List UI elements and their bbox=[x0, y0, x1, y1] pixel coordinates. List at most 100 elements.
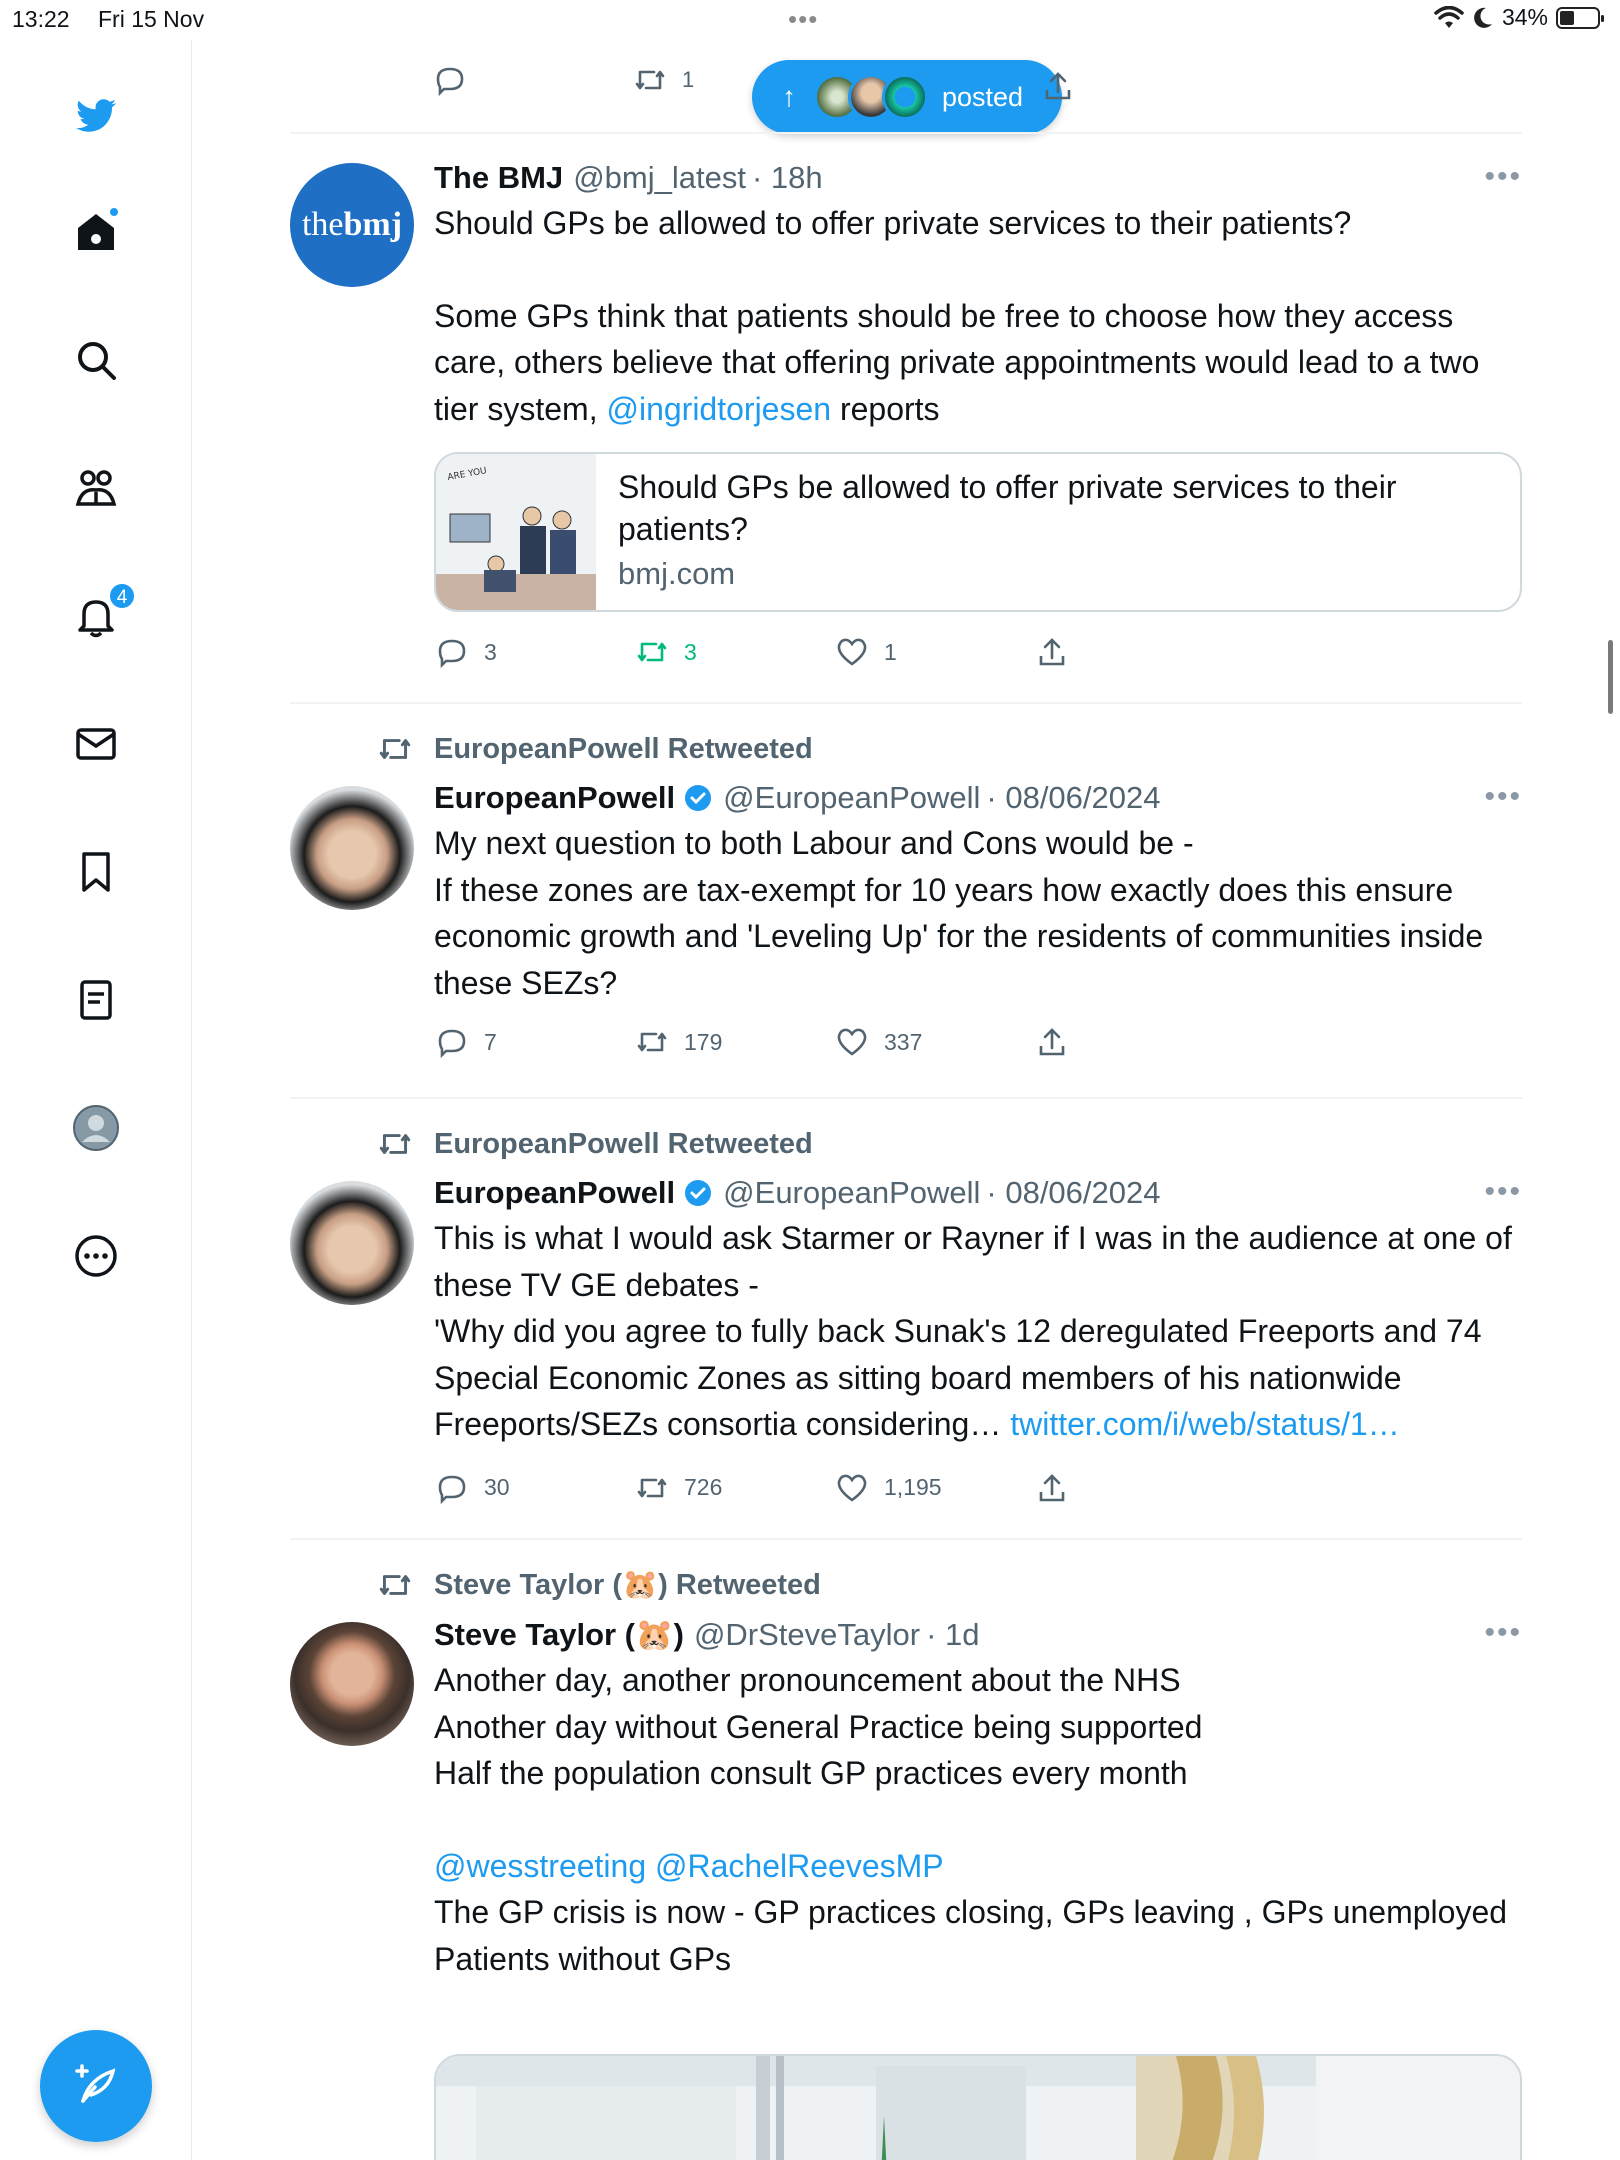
retweeted-by-label[interactable]: EuropeanPowell Retweeted bbox=[434, 1128, 813, 1161]
share-button[interactable] bbox=[1034, 1024, 1084, 1060]
new-posts-pill[interactable]: ↑ posted bbox=[752, 60, 1062, 134]
card-title: Should GPs be allowed to offer private s… bbox=[618, 469, 1397, 547]
battery-percent: 34% bbox=[1501, 4, 1548, 30]
retweet-button[interactable]: 3 bbox=[634, 634, 834, 670]
author-handle[interactable]: @EuropeanPowell bbox=[723, 1175, 980, 1211]
verified-badge-icon bbox=[685, 1180, 712, 1206]
communities-icon[interactable] bbox=[68, 460, 124, 516]
retweeted-by-label[interactable]: Steve Taylor (🐹) Retweeted bbox=[434, 1568, 821, 1602]
share-icon[interactable] bbox=[1040, 68, 1076, 104]
messages-envelope-icon[interactable] bbox=[68, 716, 124, 772]
tweet-text-line: 'Why did you agree to fully back Sunak's… bbox=[434, 1313, 1482, 1442]
wifi-icon bbox=[1434, 5, 1464, 28]
compose-button[interactable] bbox=[40, 2030, 152, 2142]
retweet-icon bbox=[379, 1134, 411, 1154]
scrollbar[interactable] bbox=[1608, 640, 1613, 714]
notifications-badge: 4 bbox=[108, 582, 136, 610]
status-link[interactable]: twitter.com/i/web/status/1… bbox=[1010, 1406, 1399, 1442]
home-icon[interactable] bbox=[68, 204, 124, 260]
tweet-stevetaylor[interactable]: Steve Taylor (🐹) Retweeted Steve Taylor … bbox=[290, 1566, 1522, 2160]
tweet-photo[interactable] bbox=[434, 2054, 1522, 2160]
reply-count: 3 bbox=[484, 638, 497, 665]
search-icon[interactable] bbox=[68, 332, 124, 388]
author-handle[interactable]: @DrSteveTaylor bbox=[694, 1617, 920, 1653]
share-icon bbox=[1039, 1473, 1065, 1501]
tweet-europeanpowell-2[interactable]: EuropeanPowell Retweeted EuropeanPowell … bbox=[290, 1125, 1522, 1535]
author-name[interactable]: EuropeanPowell bbox=[434, 1175, 675, 1211]
share-button[interactable] bbox=[1034, 1470, 1084, 1506]
share-icon bbox=[1039, 1028, 1065, 1056]
reply-button[interactable]: 7 bbox=[434, 1024, 634, 1060]
avatar-europeanpowell[interactable] bbox=[290, 1181, 414, 1305]
multitasking-dots[interactable]: ••• bbox=[788, 4, 818, 35]
lists-icon[interactable] bbox=[68, 972, 124, 1028]
retweet-icon bbox=[635, 70, 665, 90]
retweet-icon bbox=[637, 1032, 667, 1052]
tweet-text-line: Another day, another pronouncement about… bbox=[434, 1662, 1181, 1698]
link-card[interactable]: ARE YOU Should GPs be allowed to offer p… bbox=[434, 452, 1522, 612]
avatar-stevetaylor[interactable] bbox=[290, 1622, 414, 1746]
retweet-icon bbox=[637, 642, 667, 662]
bookmark-icon[interactable] bbox=[68, 844, 124, 900]
tweet-text-line: My next question to both Labour and Cons… bbox=[434, 825, 1194, 861]
retweet-icon bbox=[379, 1575, 411, 1595]
tweet-text-line: This is what I would ask Starmer or Rayn… bbox=[434, 1220, 1512, 1303]
author-name[interactable]: EuropeanPowell bbox=[434, 780, 675, 816]
arrow-up-icon: ↑ bbox=[782, 81, 796, 112]
retweet-count: 726 bbox=[684, 1474, 723, 1500]
home-unread-dot bbox=[108, 206, 120, 218]
reply-button[interactable]: 3 bbox=[434, 634, 634, 670]
avatar-bmj[interactable]: thebmj bbox=[290, 163, 414, 287]
more-circle-icon[interactable] bbox=[68, 1228, 124, 1284]
reply-icon bbox=[436, 67, 464, 97]
author-name[interactable]: The BMJ bbox=[434, 160, 563, 196]
more-options-icon[interactable]: ••• bbox=[1484, 1175, 1522, 1209]
retweet-icon bbox=[637, 1478, 667, 1497]
notifications-bell-icon[interactable]: 4 bbox=[68, 582, 136, 644]
tweet-text-paragraph: Some GPs think that patients should be f… bbox=[434, 297, 1480, 427]
bmj-logo-text: thebmj bbox=[301, 206, 403, 243]
tweet-header: Steve Taylor (🐹) @DrSteveTaylor · 1d bbox=[434, 1616, 1522, 1653]
tweet-bmj[interactable]: thebmj The BMJ @bmj_latest · 18h ••• Sho… bbox=[290, 160, 1522, 700]
tweet-text-line: Patients without GPs bbox=[434, 1940, 732, 1977]
divider bbox=[290, 1097, 1522, 1099]
reply-count: 7 bbox=[484, 1028, 497, 1055]
profile-avatar-icon[interactable] bbox=[68, 1100, 124, 1156]
tweet-time[interactable]: · 18h bbox=[752, 160, 823, 196]
like-count: 337 bbox=[884, 1028, 923, 1055]
reply-icon bbox=[438, 1475, 466, 1504]
retweet-button[interactable]: 726 bbox=[634, 1470, 834, 1506]
author-name[interactable]: Steve Taylor (🐹) bbox=[434, 1616, 684, 1653]
retweeted-by-label[interactable]: EuropeanPowell Retweeted bbox=[434, 733, 813, 766]
tweet-time[interactable]: · 08/06/2024 bbox=[986, 1175, 1160, 1211]
tweet-time[interactable]: · 1d bbox=[926, 1617, 979, 1653]
tweet-text: Should GPs be allowed to offer private s… bbox=[434, 200, 1522, 432]
twitter-bird-icon[interactable] bbox=[68, 88, 124, 144]
tweet-text-line: If these zones are tax-exempt for 10 yea… bbox=[434, 871, 1484, 1001]
tweet-text-line: Half the population consult GP practices… bbox=[434, 1755, 1188, 1791]
tweet-header: EuropeanPowell @EuropeanPowell · 08/06/2… bbox=[434, 1175, 1522, 1211]
avatar-europeanpowell[interactable] bbox=[290, 786, 414, 910]
moon-icon bbox=[1474, 7, 1492, 28]
tweet-text: My next question to both Labour and Cons… bbox=[434, 820, 1522, 1006]
tweet-time[interactable]: · 08/06/2024 bbox=[986, 780, 1160, 816]
more-options-icon[interactable]: ••• bbox=[1484, 780, 1522, 814]
avatar bbox=[882, 74, 928, 120]
like-button[interactable]: 337 bbox=[834, 1024, 1034, 1060]
heart-icon bbox=[837, 1028, 867, 1056]
card-thumbnail: ARE YOU bbox=[436, 454, 596, 610]
retweet-button[interactable]: 179 bbox=[634, 1024, 834, 1060]
share-button[interactable] bbox=[1034, 634, 1084, 670]
like-button[interactable]: 1,195 bbox=[834, 1470, 1034, 1506]
retweeted-by: EuropeanPowell Retweeted bbox=[379, 1125, 1522, 1163]
mention-link[interactable]: @ingridtorjesen bbox=[606, 391, 831, 427]
mention-links[interactable]: @wesstreeting @RachelReevesMP bbox=[434, 1843, 1522, 1890]
more-options-icon[interactable]: ••• bbox=[1484, 160, 1522, 194]
author-handle[interactable]: @bmj_latest bbox=[573, 160, 746, 196]
like-button[interactable]: 1 bbox=[834, 634, 1034, 670]
author-handle[interactable]: @EuropeanPowell bbox=[723, 780, 980, 816]
tweet-europeanpowell-1[interactable]: EuropeanPowell Retweeted EuropeanPowell … bbox=[290, 730, 1522, 1090]
more-options-icon[interactable]: ••• bbox=[1484, 1616, 1522, 1650]
reply-button[interactable]: 30 bbox=[434, 1470, 634, 1506]
reply-button[interactable] bbox=[432, 62, 632, 98]
